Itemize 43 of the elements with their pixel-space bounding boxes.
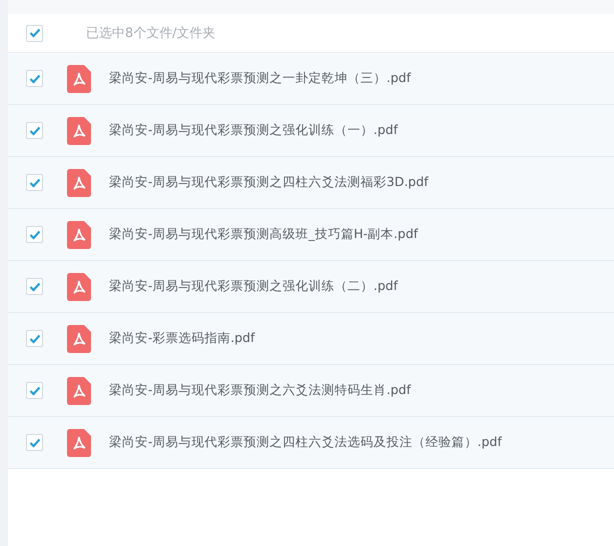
checkbox[interactable] — [26, 174, 43, 191]
pdf-file-icon — [67, 324, 91, 352]
file-row[interactable]: 梁尚安-周易与现代彩票预测之六爻法测特码生肖.pdf — [8, 365, 614, 417]
check-icon — [28, 28, 40, 38]
file-row[interactable]: 梁尚安-周易与现代彩票预测之强化训练（二）.pdf — [8, 261, 614, 313]
file-name: 梁尚安-周易与现代彩票预测之六爻法测特码生肖.pdf — [109, 382, 411, 399]
pdf-file-icon — [67, 220, 91, 248]
file-name: 梁尚安-周易与现代彩票预测之四柱六爻法选码及投注（经验篇）.pdf — [109, 434, 502, 451]
checkbox[interactable] — [26, 278, 43, 295]
check-icon — [28, 438, 40, 448]
selection-count: 已选中8个文件/文件夹 — [86, 25, 216, 42]
file-name: 梁尚安-周易与现代彩票预测之强化训练（一）.pdf — [109, 122, 398, 139]
check-icon — [28, 230, 40, 240]
file-name: 梁尚安-周易与现代彩票预测高级班_技巧篇H-副本.pdf — [109, 226, 418, 243]
checkbox[interactable] — [26, 382, 43, 399]
file-name: 梁尚安-周易与现代彩票预测之四柱六爻法测福彩3D.pdf — [109, 174, 428, 191]
pdf-file-icon — [67, 64, 91, 92]
file-row[interactable]: 梁尚安-周易与现代彩票预测之一卦定乾坤（三）.pdf — [8, 53, 614, 105]
check-icon — [28, 386, 40, 396]
file-row[interactable]: 梁尚安-彩票选码指南.pdf — [8, 313, 614, 365]
pdf-file-icon — [67, 376, 91, 404]
pdf-file-icon — [67, 272, 91, 300]
checkbox[interactable] — [26, 330, 43, 347]
pdf-file-icon — [67, 116, 91, 144]
checkbox[interactable] — [26, 24, 43, 42]
check-icon — [28, 126, 40, 136]
checkbox[interactable] — [26, 122, 43, 139]
file-row[interactable]: 梁尚安-周易与现代彩票预测之四柱六爻法选码及投注（经验篇）.pdf — [8, 417, 614, 469]
file-name: 梁尚安-周易与现代彩票预测之一卦定乾坤（三）.pdf — [109, 70, 411, 87]
file-name: 梁尚安-彩票选码指南.pdf — [109, 330, 255, 347]
checkbox[interactable] — [26, 226, 43, 243]
pdf-file-icon — [67, 428, 91, 456]
check-icon — [28, 334, 40, 344]
file-row[interactable]: 梁尚安-周易与现代彩票预测之四柱六爻法测福彩3D.pdf — [8, 157, 614, 209]
checkbox[interactable] — [26, 70, 43, 87]
check-icon — [28, 282, 40, 292]
checkbox[interactable] — [26, 434, 43, 451]
check-icon — [28, 178, 40, 188]
file-row[interactable]: 梁尚安-周易与现代彩票预测之强化训练（一）.pdf — [8, 105, 614, 157]
file-row[interactable]: 梁尚安-周易与现代彩票预测高级班_技巧篇H-副本.pdf — [8, 209, 614, 261]
file-name: 梁尚安-周易与现代彩票预测之强化训练（二）.pdf — [109, 278, 398, 295]
check-icon — [28, 74, 40, 84]
pdf-file-icon — [67, 168, 91, 196]
